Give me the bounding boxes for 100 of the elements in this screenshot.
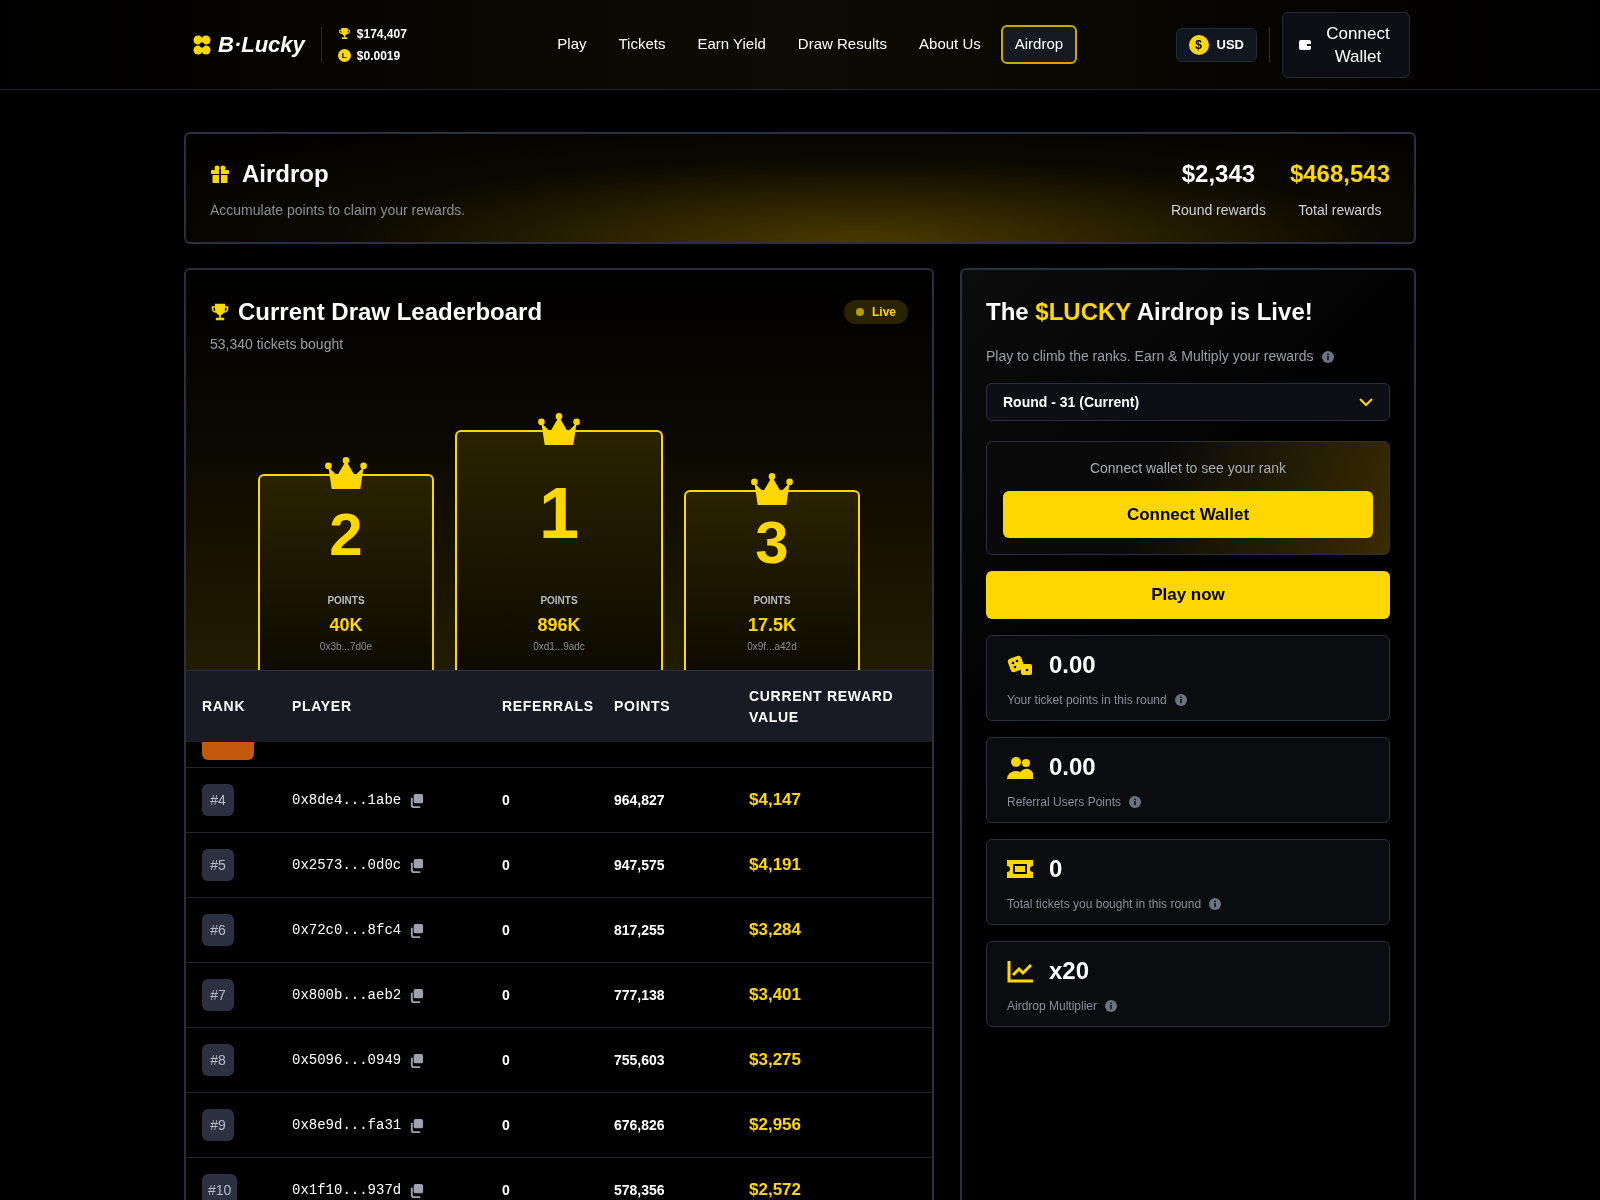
panel-title: The $LUCKY Airdrop is Live! xyxy=(986,297,1314,327)
play-now-button[interactable]: Play now xyxy=(986,571,1390,619)
info-icon xyxy=(1105,1000,1118,1012)
line-chart-icon xyxy=(1007,959,1033,983)
connect-wallet-button[interactable]: Connect Wallet xyxy=(1003,491,1373,538)
nav-link[interactable]: Airdrop xyxy=(1000,25,1078,64)
reward-amount: $468,543 xyxy=(1289,158,1390,189)
leaderboard-title: Current Draw Leaderboard xyxy=(238,297,544,327)
points-label: POINTS xyxy=(753,594,791,608)
nav-link[interactable]: Earn Yield xyxy=(685,27,778,62)
points-label: POINTS xyxy=(540,594,578,608)
reward-label: Total rewards xyxy=(1298,200,1382,220)
reward-value: $3,284 xyxy=(749,919,802,942)
column-header: RANK xyxy=(202,697,246,716)
copy-icon xyxy=(409,1052,425,1068)
dice-icon xyxy=(1007,653,1033,677)
reward-value: $2,572 xyxy=(749,1179,802,1200)
coin-icon: $ xyxy=(1188,34,1209,55)
logo-text: B·Lucky xyxy=(218,31,305,59)
reward-value: $4,191 xyxy=(749,854,802,877)
rank-badge: #7 xyxy=(202,979,234,1011)
live-badge: Live xyxy=(844,300,908,324)
rank-badge: #8 xyxy=(202,1044,234,1076)
trophy-icon xyxy=(337,27,351,40)
column-header: PLAYER xyxy=(292,697,352,716)
connect-wallet-button[interactable]: Connect Wallet xyxy=(1282,11,1410,78)
copy-icon xyxy=(409,987,425,1003)
nav-link[interactable]: Play xyxy=(545,27,599,62)
rank-prompt: Connect wallet to see your rank xyxy=(1089,459,1287,478)
trophy-icon xyxy=(210,302,230,322)
copy-icon xyxy=(409,1182,425,1198)
table-cell-text: 0 xyxy=(502,1115,511,1135)
info-icon xyxy=(1209,898,1222,910)
podium-rank: 3 xyxy=(755,507,789,578)
table-cell-text: 578,356 xyxy=(614,1180,666,1200)
reward-amount: $2,343 xyxy=(1181,158,1256,189)
rank-badge: #4 xyxy=(202,784,234,816)
currency-button[interactable]: $ USD xyxy=(1175,27,1257,62)
player-address: 0x5096...0949 xyxy=(292,1050,402,1070)
column-header: CURRENT REWARD VALUE xyxy=(749,686,895,727)
table-cell-text: 0 xyxy=(502,920,511,940)
player-address: 0x72c0...8fc4 xyxy=(292,920,402,940)
banner-title: Airdrop xyxy=(242,158,329,189)
header-stat: $0.0019 xyxy=(356,47,401,65)
player-address: 0x1f10...937d xyxy=(292,1180,402,1200)
stat-value: 0 xyxy=(1049,854,1063,884)
users-icon xyxy=(1007,755,1033,779)
stat-value: 0.00 xyxy=(1049,752,1096,782)
podium-points: 40K xyxy=(329,614,363,637)
nav-link[interactable]: Draw Results xyxy=(785,27,900,62)
copy-icon xyxy=(409,792,425,808)
player-address: 0x800b...aeb2 xyxy=(292,985,402,1005)
podium-address: 0xd1...9adc xyxy=(533,640,585,654)
ticket-icon xyxy=(1007,857,1033,881)
table-cell-text: 676,826 xyxy=(614,1115,666,1135)
banner-subtitle: Accumulate points to claim your rewards. xyxy=(210,200,467,220)
podium-address: 0x3b...7d0e xyxy=(319,640,373,654)
table-cell-text: 817,255 xyxy=(614,920,666,940)
copy-icon xyxy=(409,1117,425,1133)
table-cell-text: 0 xyxy=(502,1050,511,1070)
status-dot-icon xyxy=(856,308,864,316)
table-cell-text: 0 xyxy=(502,1180,511,1200)
rank-badge: #5 xyxy=(202,849,234,881)
column-header: REFERRALS xyxy=(502,697,594,716)
player-address: 0x2573...0d0c xyxy=(292,855,402,875)
wallet-icon xyxy=(1299,39,1311,50)
table-cell-text: 0 xyxy=(502,985,511,1005)
gift-icon xyxy=(210,163,230,184)
panel-description: Play to climb the ranks. Earn & Multiply your rewards xyxy=(986,347,1314,366)
chevron-down-icon xyxy=(1359,397,1373,407)
rank-badge: #10 xyxy=(202,1174,238,1200)
stat-label: Referral Users Points xyxy=(1007,794,1122,811)
ticket-count: 53,340 tickets bought xyxy=(210,335,345,354)
stat-value: 0.00 xyxy=(1049,650,1096,680)
table-cell-text: 0 xyxy=(502,855,511,875)
rank-badge: #6 xyxy=(202,914,234,946)
stat-value: x20 xyxy=(1049,956,1090,986)
nav-link[interactable]: About Us xyxy=(907,27,993,62)
info-icon xyxy=(1129,796,1142,808)
podium-address: 0x9f...a42d xyxy=(747,640,797,654)
nav-link[interactable]: Tickets xyxy=(606,27,678,62)
round-dropdown[interactable]: Round - 31 (Current) xyxy=(986,383,1390,421)
header-stat: $174,407 xyxy=(356,25,407,43)
stat-label: Your ticket points in this round xyxy=(1007,692,1167,709)
podium-points: 896K xyxy=(537,614,581,637)
reward-value: $2,956 xyxy=(749,1114,802,1137)
table-cell-text: 964,827 xyxy=(614,790,666,810)
column-header: POINTS xyxy=(614,697,671,716)
player-address: 0x8de4...1abe xyxy=(292,790,402,810)
player-address: 0x8e9d...fa31 xyxy=(292,1115,402,1135)
copy-icon xyxy=(409,857,425,873)
podium-rank: 1 xyxy=(538,471,579,555)
points-label: POINTS xyxy=(327,594,365,608)
info-icon xyxy=(1321,350,1334,363)
token-icon: L xyxy=(337,49,351,62)
copy-icon xyxy=(409,922,425,938)
stat-label: Airdrop Multiplier xyxy=(1007,998,1098,1015)
info-icon xyxy=(1174,694,1187,706)
table-cell-text: 755,603 xyxy=(614,1050,666,1070)
reward-value: $4,147 xyxy=(749,789,802,812)
